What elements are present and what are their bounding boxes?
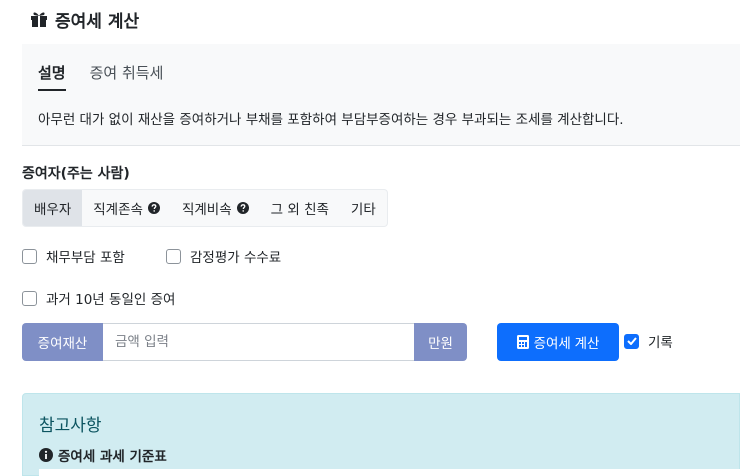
donor-segmented-control: 배우자 직계존속 직계비속 그 외 친족 기타 — [22, 189, 388, 227]
info-circle-icon — [39, 448, 53, 462]
past-10y-label: 과거 10년 동일인 증여 — [46, 292, 176, 308]
donor-option-label: 직계비속 — [181, 202, 232, 218]
appraisal-fee-option[interactable]: 감정평가 수수료 — [166, 246, 281, 266]
appraisal-fee-checkbox[interactable] — [166, 248, 181, 264]
tab-description-text: 아무런 대가 없이 재산을 증여하거나 부채를 포함하여 부담부증여하는 경우 … — [38, 112, 624, 128]
reference-table-area — [39, 469, 740, 476]
donor-option-spouse[interactable]: 배우자 — [23, 190, 83, 226]
question-circle-icon[interactable] — [236, 202, 249, 214]
debt-burden-label: 채무부담 포함 — [46, 250, 125, 266]
donor-option-ascendant[interactable]: 직계존속 — [82, 190, 171, 226]
appraisal-fee-label: 감정평가 수수료 — [190, 250, 282, 266]
debt-burden-option[interactable]: 채무부담 포함 — [22, 246, 125, 266]
page-title: 증여세 계산 — [30, 6, 139, 32]
donor-option-label: 그 외 친족 — [270, 202, 329, 218]
tab-card: 설명 증여 취득세 아무런 대가 없이 재산을 증여하거나 부채를 포함하여 부… — [22, 44, 740, 146]
calculate-button-label: 증여세 계산 — [533, 336, 600, 351]
gift-amount-input[interactable] — [103, 323, 414, 361]
reference-title: 참고사항 — [39, 416, 102, 436]
donor-option-label: 기타 — [350, 202, 376, 218]
check-icon — [626, 337, 637, 345]
gift-icon — [31, 12, 47, 27]
calculate-gift-tax-button[interactable]: 증여세 계산 — [497, 323, 619, 361]
calculator-icon — [516, 335, 529, 349]
page-title-text: 증여세 계산 — [55, 11, 140, 32]
gift-amount-unit: 만원 — [414, 323, 467, 361]
gift-amount-input-group: 증여재산 만원 — [22, 323, 467, 361]
donor-option-label: 직계존속 — [93, 202, 143, 218]
debt-burden-checkbox[interactable] — [22, 248, 37, 264]
donor-label: 증여자(주는 사람) — [22, 166, 130, 182]
donor-option-other-relatives[interactable]: 그 외 친족 — [260, 190, 340, 226]
donor-option-other[interactable]: 기타 — [340, 190, 387, 226]
tab-bar: 설명 증여 취득세 — [38, 62, 187, 91]
record-option[interactable]: 기록 — [624, 331, 673, 351]
record-checkbox[interactable] — [624, 333, 639, 349]
tab-gift-acquisition-tax[interactable]: 증여 취득세 — [90, 62, 164, 91]
tab-description[interactable]: 설명 — [38, 62, 66, 91]
donor-option-label: 배우자 — [34, 202, 72, 218]
record-label: 기록 — [648, 335, 673, 351]
reference-subtitle-text: 증여세 과세 기준표 — [58, 449, 167, 465]
past-10y-option[interactable]: 과거 10년 동일인 증여 — [22, 288, 175, 308]
reference-panel: 참고사항 증여세 과세 기준표 — [22, 393, 740, 476]
reference-subtitle: 증여세 과세 기준표 — [39, 445, 167, 465]
donor-option-descendant[interactable]: 직계비속 — [171, 190, 260, 226]
gift-amount-prefix: 증여재산 — [22, 323, 103, 361]
question-circle-icon[interactable] — [147, 202, 160, 214]
past-10y-checkbox[interactable] — [22, 290, 37, 306]
